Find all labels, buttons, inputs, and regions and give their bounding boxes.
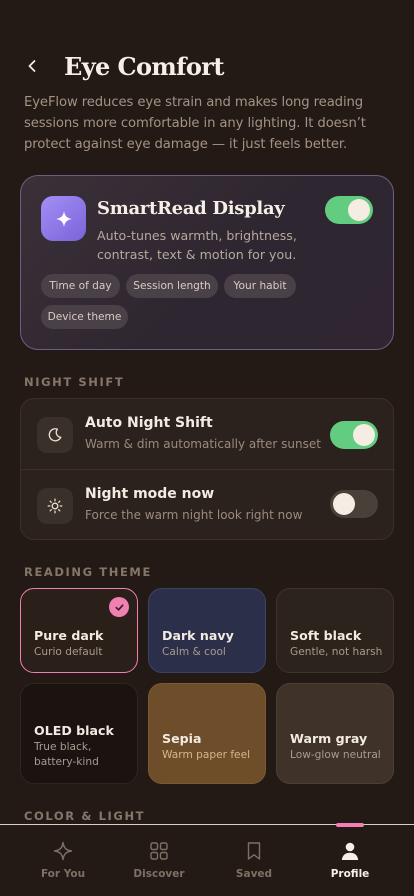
smartread-icon-tile: [41, 196, 86, 241]
page-title: Eye Comfort: [64, 51, 224, 81]
nav-saved[interactable]: Saved: [206, 825, 302, 896]
section-label-color-light: COLOR & LIGHT: [24, 809, 146, 823]
toggle-knob: [333, 493, 355, 515]
chip-session-length: Session length: [126, 274, 218, 298]
theme-card-dark-navy[interactable]: Dark navy Calm & cool: [148, 588, 266, 673]
smartread-title: SmartRead Display: [97, 198, 285, 219]
moon-icon-tile: [37, 417, 73, 453]
theme-subtitle: Calm & cool: [162, 646, 226, 658]
section-label-reading-theme: READING THEME: [24, 565, 152, 579]
theme-name: Pure dark: [34, 628, 104, 643]
eye-comfort-screen: Eye Comfort EyeFlow reduces eye strain a…: [0, 0, 414, 896]
auto-night-shift-row: Auto Night Shift Warm & dim automaticall…: [21, 399, 395, 469]
bottom-nav: For You Discover Saved Profile: [0, 823, 414, 896]
back-button[interactable]: [24, 48, 52, 84]
smartread-toggle[interactable]: [325, 196, 373, 224]
theme-subtitle: Curio default: [34, 646, 103, 658]
section-label-night-shift: NIGHT SHIFT: [24, 375, 125, 389]
theme-card-oled-black[interactable]: OLED black True black, battery-kind: [20, 683, 138, 784]
nav-label: Saved: [235, 868, 273, 880]
bookmark-icon: [247, 842, 261, 860]
intro-text: EyeFlow reduces eye strain and makes lon…: [24, 95, 366, 152]
theme-name: Warm gray: [290, 731, 368, 746]
chip-your-habit: Your habit: [224, 274, 296, 298]
auto-night-shift-toggle[interactable]: [330, 421, 378, 449]
night-mode-now-title: Night mode now: [85, 486, 215, 502]
smartread-card: SmartRead Display Auto-tunes warmth, bri…: [20, 175, 394, 350]
chevron-left-icon: [28, 60, 36, 72]
sun-icon-tile: [37, 488, 73, 524]
theme-card-pure-dark[interactable]: Pure dark Curio default: [20, 588, 138, 673]
theme-name: OLED black: [34, 723, 114, 738]
nav-label: Profile: [330, 868, 370, 880]
toggle-knob: [353, 424, 375, 446]
check-icon: [114, 603, 124, 611]
chip-device-theme: Device theme: [41, 305, 128, 329]
chip-time-of-day: Time of day: [41, 274, 120, 298]
theme-subtitle: Low-glow neutral: [290, 749, 381, 761]
sparkle-icon: [53, 841, 73, 861]
theme-card-warm-gray[interactable]: Warm gray Low-glow neutral: [276, 683, 394, 784]
night-mode-now-row: Night mode now Force the warm night look…: [21, 469, 395, 539]
night-mode-now-toggle[interactable]: [330, 490, 378, 518]
smartread-description: Auto-tunes warmth, brightness, contrast,…: [97, 228, 297, 262]
theme-subtitle: Warm paper feel: [162, 749, 251, 761]
theme-subtitle: Gentle, not harsh: [290, 646, 383, 658]
toggle-knob: [348, 199, 370, 221]
nav-profile[interactable]: Profile: [302, 825, 398, 896]
auto-night-shift-subtitle: Warm & dim automatically after sunset: [85, 437, 321, 451]
theme-card-soft-black[interactable]: Soft black Gentle, not harsh: [276, 588, 394, 673]
theme-card-sepia[interactable]: Sepia Warm paper feel: [148, 683, 266, 784]
theme-name: Sepia: [162, 731, 202, 746]
grid-icon: [150, 842, 168, 860]
theme-name: Soft black: [290, 628, 362, 643]
auto-night-shift-title: Auto Night Shift: [85, 415, 213, 431]
nav-for-you[interactable]: For You: [15, 825, 111, 896]
nav-label: Discover: [133, 868, 185, 880]
moon-icon: [48, 428, 62, 442]
night-shift-card: Auto Night Shift Warm & dim automaticall…: [20, 398, 395, 540]
person-icon: [341, 842, 359, 860]
header: Eye Comfort: [24, 48, 224, 84]
selected-badge: [109, 597, 129, 617]
sparkle-icon: [55, 210, 72, 227]
nav-label: For You: [40, 868, 86, 880]
sun-icon: [47, 498, 63, 514]
theme-subtitle: True black, battery-kind: [34, 741, 99, 768]
night-mode-now-subtitle: Force the warm night look right now: [85, 508, 303, 522]
theme-name: Dark navy: [162, 628, 234, 643]
nav-discover[interactable]: Discover: [111, 825, 207, 896]
